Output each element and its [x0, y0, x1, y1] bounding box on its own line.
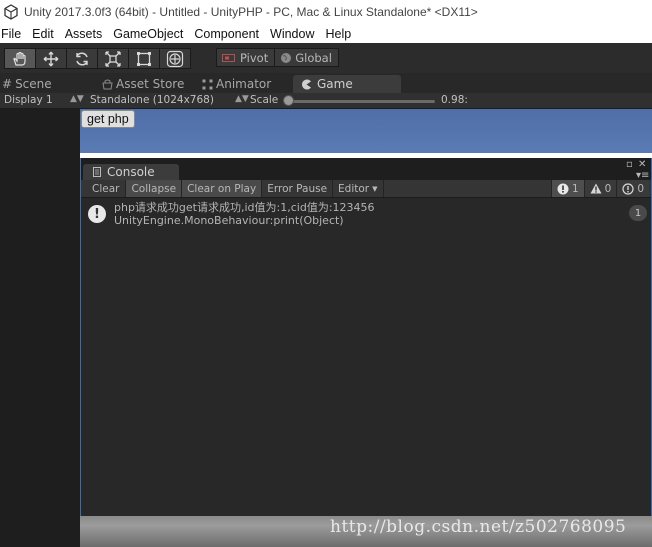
menu-gameobject[interactable]: GameObject — [111, 27, 190, 41]
error-count: 0 — [637, 182, 644, 195]
tab-console[interactable]: Console — [83, 164, 179, 180]
warning-icon — [590, 183, 602, 194]
move-arrows-icon — [43, 51, 59, 66]
scale-label: Scale — [250, 94, 279, 106]
log-message-line2: UnityEngine.MonoBehaviour:print(Object) — [114, 214, 344, 227]
console-toolbar: Clear Collapse Clear on Play Error Pause… — [81, 180, 651, 198]
tab-game-label: Game — [317, 77, 353, 91]
tab-animator[interactable]: Animator — [202, 75, 271, 93]
info-count: 1 — [571, 182, 579, 195]
info-icon — [557, 183, 569, 194]
transform-icon — [166, 50, 184, 67]
console-tab-bar: Console ▫ ✕ ▾≡ — [81, 158, 651, 181]
menu-file[interactable]: File — [0, 27, 28, 41]
unity-logo-icon — [4, 4, 18, 20]
global-label: Global — [295, 50, 332, 65]
global-button[interactable]: Global — [274, 48, 339, 67]
get-php-button[interactable]: get php — [81, 110, 135, 128]
maximize-icon[interactable]: ▫ — [626, 159, 633, 170]
watermark-text: http://blog.csdn.net/z502768095 — [330, 517, 627, 537]
scale-value: 0.98: — [441, 94, 468, 106]
console-log-list: ! php请求成功get请求成功,id值为:1,cid值为:123456 Uni… — [81, 198, 651, 516]
tab-animator-label: Animator — [216, 77, 272, 91]
window-title: Unity 2017.3.0f3 (64bit) - Untitled - Un… — [24, 5, 478, 19]
pivot-toggles: Pivot Global — [216, 48, 339, 67]
console-tab-label: Console — [107, 165, 155, 179]
transform-tools — [4, 48, 191, 69]
collapse-button[interactable]: Collapse — [126, 180, 183, 197]
rotate-icon — [76, 51, 88, 66]
grid-icon: # — [2, 77, 13, 91]
console-icon — [93, 167, 101, 177]
tab-asset-store[interactable]: Asset Store — [102, 75, 184, 93]
scale-slider-handle[interactable] — [283, 95, 294, 106]
menu-help[interactable]: Help — [323, 27, 358, 41]
log-message: php请求成功get请求成功,id值为:1,cid值为:123456 Unity… — [114, 201, 375, 227]
warning-count-toggle[interactable]: 0 — [583, 180, 617, 197]
scale-tool-button[interactable] — [97, 48, 129, 69]
log-collapse-count: 1 — [629, 205, 647, 221]
log-count-toggles: 1 0 0 — [550, 180, 649, 197]
hand-icon — [13, 51, 26, 66]
animator-icon — [202, 79, 213, 89]
rotate-tool-button[interactable] — [66, 48, 98, 69]
display-dropdown-arrow-icon: ▲▼ — [70, 94, 84, 104]
info-count-toggle[interactable]: 1 — [550, 180, 584, 197]
tab-game[interactable]: Game — [293, 75, 401, 93]
main-toolbar: Pivot Global — [0, 43, 652, 73]
menu-window[interactable]: Window — [268, 27, 321, 41]
log-entry[interactable]: ! php请求成功get请求成功,id值为:1,cid值为:123456 Uni… — [81, 198, 651, 230]
info-icon: ! — [88, 205, 106, 223]
globe-icon — [281, 52, 292, 63]
editor-tab-bar: # Scene Asset Store Animator Game — [0, 73, 652, 93]
resolution-dropdown-arrow-icon: ▲▼ — [235, 94, 249, 104]
tab-scene[interactable]: # Scene — [2, 75, 52, 93]
pacman-icon — [302, 79, 311, 89]
display-select[interactable]: Display 1 — [4, 94, 53, 106]
clear-button[interactable]: Clear — [81, 180, 127, 197]
editor-dropdown-label: Editor — [338, 182, 370, 195]
store-icon — [102, 79, 113, 89]
pivot-button[interactable]: Pivot — [216, 48, 276, 67]
left-empty-pane — [0, 109, 80, 547]
menu-edit[interactable]: Edit — [30, 27, 61, 41]
error-icon — [622, 182, 634, 195]
log-message-line1: php请求成功get请求成功,id值为:1,cid值为:123456 — [114, 201, 375, 214]
tab-asset-store-label: Asset Store — [116, 77, 185, 91]
scale-icon — [105, 50, 121, 67]
title-bar: Unity 2017.3.0f3 (64bit) - Untitled - Un… — [0, 0, 652, 24]
tab-scene-label: Scene — [15, 77, 52, 91]
error-count-toggle[interactable]: 0 — [616, 180, 649, 197]
editor-dropdown[interactable]: Editor ▼ — [333, 180, 384, 197]
pivot-icon — [222, 53, 235, 62]
console-window: Console ▫ ✕ ▾≡ Clear Collapse Clear on P… — [80, 158, 652, 516]
rect-icon — [137, 51, 151, 66]
menu-component[interactable]: Component — [192, 27, 266, 41]
move-tool-button[interactable] — [35, 48, 67, 69]
resolution-select[interactable]: Standalone (1024x768) — [90, 94, 214, 106]
warning-count: 0 — [604, 182, 612, 195]
error-pause-button[interactable]: Error Pause — [262, 180, 334, 197]
pivot-label: Pivot — [240, 50, 269, 65]
clear-on-play-button[interactable]: Clear on Play — [182, 180, 263, 197]
rect-tool-button[interactable] — [128, 48, 160, 69]
menu-bar: File Edit Assets GameObject Component Wi… — [0, 24, 652, 43]
transform-tool-button[interactable] — [159, 48, 191, 69]
chevron-down-icon: ▼ — [372, 184, 378, 193]
menu-assets[interactable]: Assets — [63, 27, 110, 41]
game-view-toolbar: Display 1 ▲▼ Standalone (1024x768) ▲▼ Sc… — [0, 93, 652, 109]
close-icon[interactable]: ✕ — [638, 159, 646, 170]
hand-tool-button[interactable] — [4, 48, 36, 69]
game-view[interactable] — [80, 109, 652, 153]
scale-slider-track[interactable] — [287, 100, 435, 103]
